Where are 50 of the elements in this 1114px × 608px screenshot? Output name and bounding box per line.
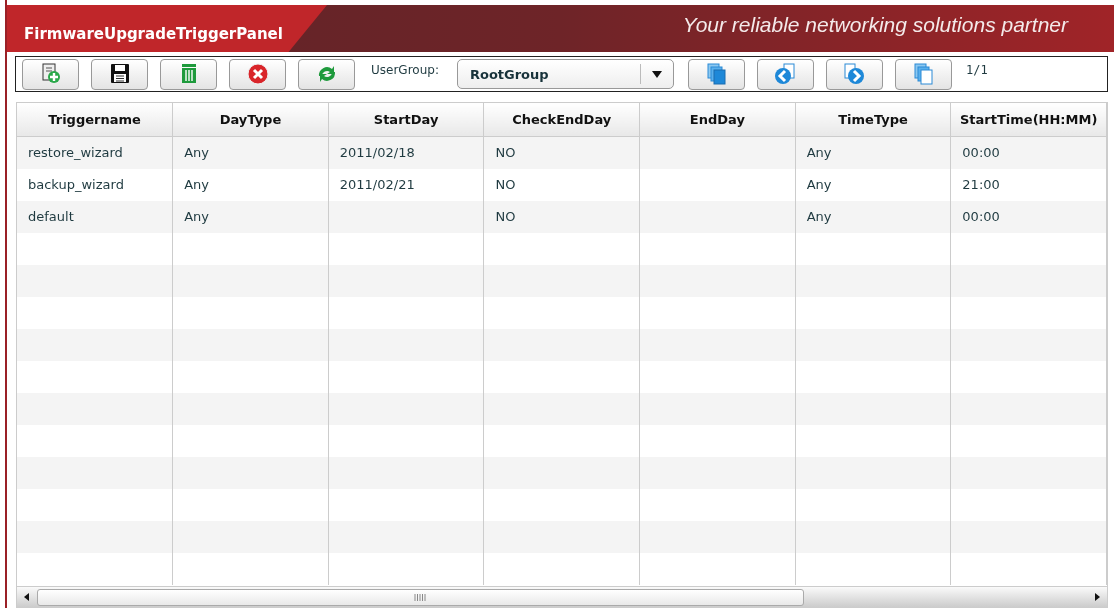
grip-icon [414,593,427,601]
refresh-button[interactable] [298,58,355,90]
table-cell: default [28,209,74,224]
column-header[interactable]: TimeType [795,103,951,137]
column-header[interactable]: EndDay [639,103,796,137]
table-cell: NO [495,145,516,161]
scrollbar-thumb[interactable] [37,588,804,606]
copy-pages-icon [704,62,729,86]
table-row[interactable]: restore_wizard Any 2011/02/18 NO Any 00:00 [17,136,1107,169]
table-cell: 00:00 [962,209,1000,224]
table-cell: backup_wizard [28,177,124,192]
table-cell: Any [806,177,832,192]
tagline: Your reliable networking solutions partner [682,13,1068,37]
column-header[interactable]: CheckEndDay [483,103,640,137]
panel-title: FirmwareUpgradeTriggerPanel [7,5,327,52]
next-page-icon [842,62,867,86]
table-cell: 21:00 [962,177,1000,192]
trash-button[interactable] [160,58,217,90]
table-cell: NO [495,209,516,224]
table-cell: Any [184,145,209,161]
cancel-button[interactable] [229,58,286,90]
column-header[interactable]: DayType [172,103,329,137]
table-cell: Any [184,209,209,224]
caret-icon [650,68,663,80]
page-indicator: 1/1 [965,63,988,77]
previous-page-icon [773,62,798,86]
column-header[interactable]: StartDay [328,103,484,137]
copy-pages-button[interactable] [687,58,745,90]
table-cell: restore_wizard [28,145,123,161]
table-row[interactable]: backup_wizard Any 2011/02/21 NO Any 21:00 [17,168,1107,201]
user-group-label: UserGroup: [371,63,439,77]
copy-pages-button[interactable] [894,58,952,90]
cancel-icon [245,62,270,86]
table-cell: 2011/02/21 [339,177,415,192]
horizontal-scrollbar[interactable] [17,586,1107,607]
table-cell: 2011/02/18 [339,145,415,161]
user-group-dropdown[interactable]: RootGroup [456,59,674,89]
table-cell: Any [184,177,209,192]
save-button[interactable] [91,58,148,90]
table-row[interactable]: default Any NO Any 00:00 [17,200,1107,233]
copy-pages-icon [911,62,936,86]
column-header[interactable]: StartTime(HH:MM) [950,103,1107,137]
table-cell: NO [495,177,516,192]
table-cell: 00:00 [962,145,1000,161]
previous-page-button[interactable] [756,58,814,90]
next-page-button[interactable] [825,58,883,90]
table-cell: Any [806,145,832,161]
table-cell: Any [806,209,832,224]
column-header[interactable]: Triggername [17,103,173,137]
add-document-button[interactable] [22,58,79,90]
